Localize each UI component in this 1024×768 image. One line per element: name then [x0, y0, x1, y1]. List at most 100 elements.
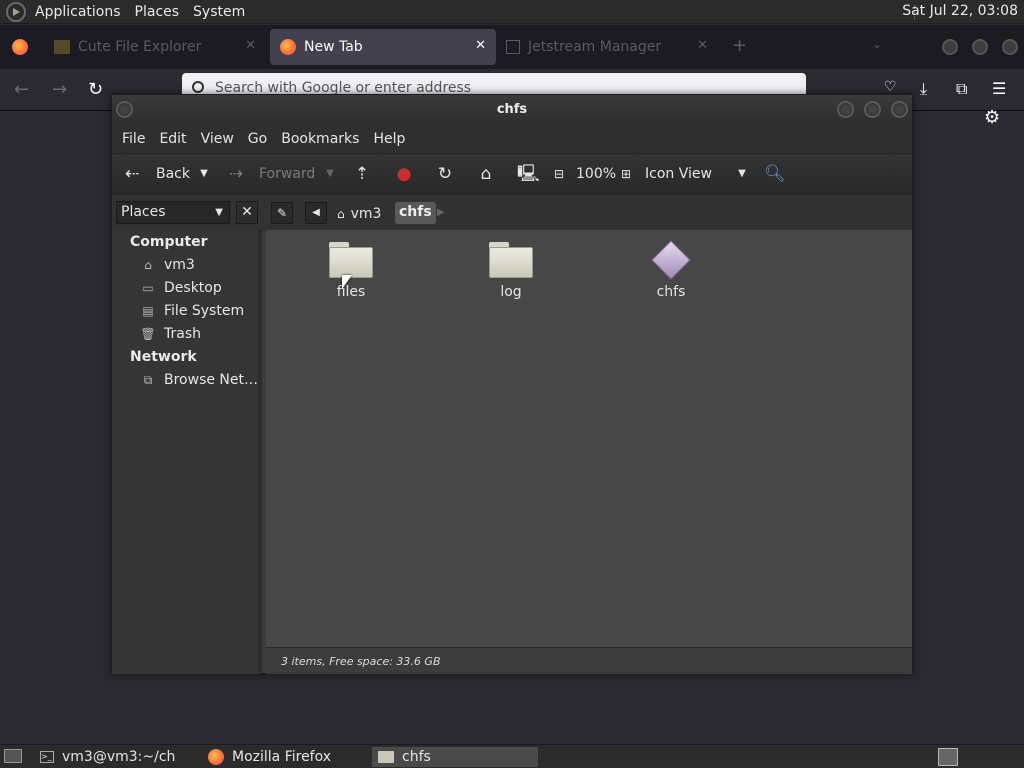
- sidebar-selector[interactable]: Places ▼: [116, 201, 230, 224]
- zoom-level[interactable]: 100%: [576, 166, 616, 182]
- trash-icon: 🗑︎: [140, 327, 156, 341]
- drive-icon: ▤: [142, 304, 154, 318]
- menu-icon[interactable]: ☰: [992, 79, 1006, 98]
- breadcrumb-left-icon[interactable]: ◀: [305, 202, 327, 224]
- close-sidebar-icon[interactable]: ✕: [236, 201, 258, 224]
- view-mode-dropdown-icon[interactable]: ▼: [732, 164, 752, 184]
- back-button[interactable]: Back: [156, 166, 190, 182]
- maximize-button[interactable]: [972, 39, 988, 55]
- home-icon[interactable]: ⌂: [476, 164, 496, 184]
- file-label: log: [500, 284, 522, 300]
- breadcrumb-right-icon[interactable]: ▶: [437, 202, 445, 224]
- firefox-icon: [280, 39, 296, 55]
- back-history-dropdown-icon[interactable]: ▼: [194, 164, 214, 184]
- pocket-icon[interactable]: ♡: [884, 79, 897, 95]
- firefox-view-icon[interactable]: [12, 39, 28, 55]
- extensions-icon[interactable]: ⧉: [956, 79, 967, 99]
- clock[interactable]: Sat Jul 22, 03:08: [902, 3, 1018, 19]
- close-button[interactable]: [891, 101, 908, 118]
- minimize-button[interactable]: [837, 101, 854, 118]
- reload-icon[interactable]: ↻: [88, 79, 103, 100]
- close-icon[interactable]: ✕: [245, 38, 256, 53]
- workspace-switcher[interactable]: [938, 748, 958, 766]
- search-icon[interactable]: 🔍︎: [764, 164, 786, 184]
- menu-help[interactable]: Help: [366, 131, 412, 147]
- task-chfs[interactable]: chfs: [372, 747, 538, 767]
- menu-file[interactable]: File: [115, 131, 152, 147]
- sidebar-item-file-system[interactable]: ▤ File System: [140, 303, 244, 319]
- sidebar: Computer ⌂ vm3 ▭ Desktop ▤ File System 🗑︎ Tr…: [112, 230, 262, 674]
- tab-label: Cute File Explorer: [78, 39, 202, 55]
- places-menu[interactable]: Places: [128, 4, 187, 20]
- mouse-cursor-icon: [342, 275, 352, 289]
- tab-bar: Cute File Explorer ✕ New Tab ✕ Jetstream…: [0, 25, 1024, 69]
- menu-go[interactable]: Go: [241, 131, 274, 147]
- window-title: chfs: [496, 102, 528, 117]
- sidebar-item-label: vm3: [164, 257, 195, 273]
- menu-bookmarks[interactable]: Bookmarks: [274, 131, 366, 147]
- sidebar-item-desktop[interactable]: ▭ Desktop: [140, 280, 222, 296]
- menu-view[interactable]: View: [194, 131, 241, 147]
- new-tab-button[interactable]: +: [732, 35, 747, 56]
- window-titlebar[interactable]: chfs: [112, 95, 912, 125]
- applications-menu[interactable]: Applications: [28, 4, 128, 20]
- edit-location-icon[interactable]: ✎: [271, 202, 293, 224]
- menubar: File Edit View Go Bookmarks Help: [112, 125, 912, 153]
- top-panel: Applications Places System Sat Jul 22, 0…: [0, 0, 1024, 24]
- task-firefox[interactable]: Mozilla Firefox: [202, 747, 368, 767]
- sidebar-item-vm3[interactable]: ⌂ vm3: [140, 257, 195, 273]
- page-icon: [506, 40, 520, 54]
- tab-cute-file-explorer[interactable]: Cute File Explorer ✕: [44, 29, 266, 65]
- reload-icon[interactable]: ↻: [435, 164, 455, 184]
- back-icon[interactable]: ←: [14, 79, 29, 100]
- forward-arrow-icon[interactable]: ⇢: [226, 164, 246, 184]
- sidebar-item-trash[interactable]: 🗑︎ Trash: [140, 326, 201, 342]
- executable-icon: [651, 240, 691, 280]
- sidebar-item-label: File System: [164, 303, 245, 319]
- menu-edit[interactable]: Edit: [152, 131, 193, 147]
- breadcrumb-item-chfs[interactable]: chfs: [395, 202, 436, 224]
- view-mode-select[interactable]: Icon View: [645, 166, 712, 182]
- close-icon[interactable]: ✕: [475, 38, 486, 53]
- tab-jetstream-manager[interactable]: Jetstream Manager ✕: [496, 29, 718, 65]
- home-icon: ⌂: [337, 207, 345, 221]
- system-menu[interactable]: System: [186, 4, 252, 20]
- task-terminal[interactable]: >_ vm3@vm3:~/ch: [34, 747, 200, 767]
- forward-history-dropdown-icon[interactable]: ▼: [320, 164, 340, 184]
- app-favicon-icon: [54, 40, 70, 54]
- sidebar-item-label: Desktop: [164, 280, 222, 296]
- file-item-chfs[interactable]: chfs: [626, 240, 716, 300]
- window-menu-button[interactable]: [116, 101, 133, 118]
- stop-icon[interactable]: ●: [394, 164, 414, 184]
- maximize-button[interactable]: [864, 101, 881, 118]
- gear-icon[interactable]: ⚙: [984, 107, 1000, 128]
- computer-icon[interactable]: 🖳: [517, 164, 540, 184]
- close-icon[interactable]: ✕: [697, 38, 708, 53]
- file-item-log[interactable]: log: [466, 242, 556, 300]
- tab-label: Jetstream Manager: [528, 39, 662, 55]
- sidebar-header-computer: Computer: [130, 234, 208, 250]
- bottom-panel: >_ vm3@vm3:~/ch Mozilla Firefox chfs: [0, 744, 1024, 768]
- breadcrumb-label: vm3: [350, 206, 382, 222]
- file-item-files[interactable]: files: [306, 242, 396, 300]
- icon-view[interactable]: files log chfs: [266, 230, 912, 647]
- minimize-button[interactable]: [942, 39, 958, 55]
- breadcrumb-item-vm3[interactable]: ⌂ vm3: [333, 202, 387, 224]
- home-folder-icon: ⌂: [144, 258, 152, 272]
- download-icon[interactable]: ⤓: [920, 79, 927, 99]
- up-icon[interactable]: ⇡: [352, 164, 372, 184]
- close-button[interactable]: [1002, 39, 1018, 55]
- back-arrow-icon[interactable]: ⇠: [122, 164, 142, 184]
- zoom-out-icon[interactable]: ⊟: [549, 164, 569, 184]
- tab-label: New Tab: [304, 39, 363, 55]
- zoom-in-icon[interactable]: ⊞: [616, 164, 636, 184]
- sidebar-item-browse-network[interactable]: ⧉ Browse Net…: [140, 372, 258, 388]
- distro-logo-icon[interactable]: [6, 1, 26, 22]
- list-tabs-icon[interactable]: ⌄: [872, 37, 882, 51]
- forward-button[interactable]: Forward: [259, 166, 315, 182]
- desktop-folder-icon: ▭: [142, 281, 154, 295]
- forward-icon[interactable]: →: [52, 79, 67, 100]
- tab-new-tab[interactable]: New Tab ✕: [270, 29, 496, 65]
- show-desktop-icon[interactable]: [4, 749, 22, 763]
- task-label: Mozilla Firefox: [232, 749, 332, 765]
